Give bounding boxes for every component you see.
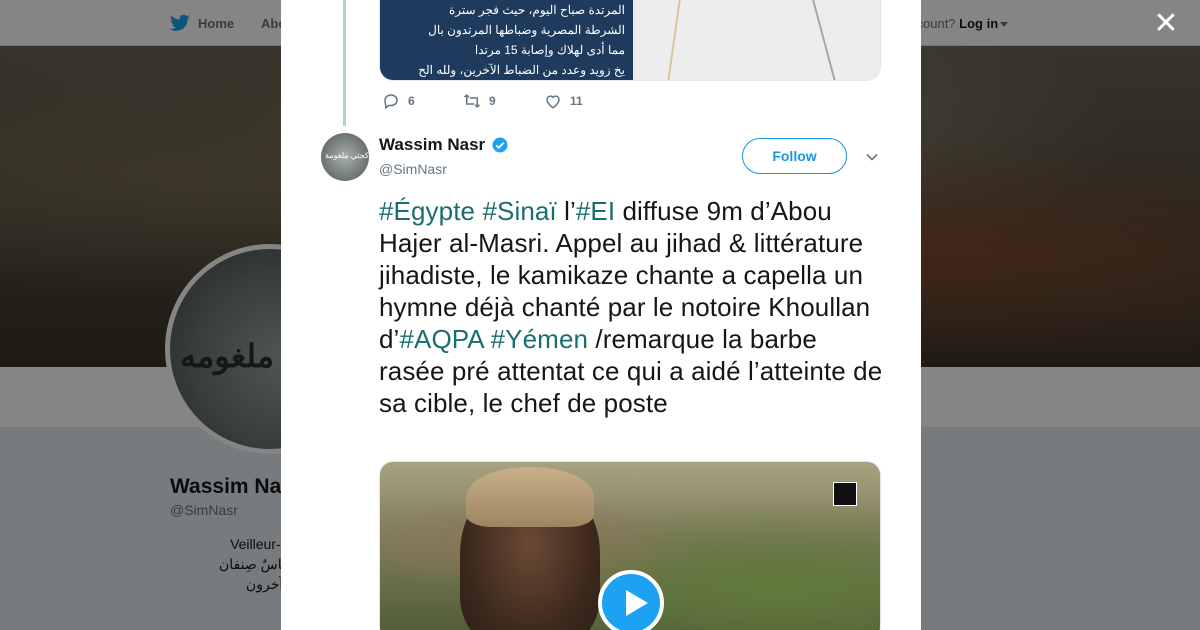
heart-icon [546,95,560,109]
media-text-line: المرتدة صباح اليوم، حيث فجر سترة [449,3,625,17]
thread-connector [343,0,346,126]
author-avatar[interactable]: تاكجتي ملغومة [321,133,369,181]
video-thumbnail-figure [466,467,594,527]
play-icon[interactable] [598,570,664,630]
flag-logo [833,482,857,506]
author-name-text: Wassim Nasr [379,135,486,154]
hashtag-link[interactable]: #Égypte [379,196,475,226]
tweet-text-segment: l’ [556,196,576,226]
media-map-image [633,0,880,80]
author-avatar-text: تاكجتي ملغومة [325,151,369,160]
map-road [812,0,836,80]
retweet-icon [463,93,481,109]
tweet-text: #Égypte #Sinaï l’#EI diffuse 9m d’Abou H… [379,195,884,419]
follow-button[interactable]: Follow [742,138,847,174]
reply-button[interactable]: 6 [382,92,463,110]
previous-tweet-media[interactable]: المرتدة صباح اليوم، حيث فجر سترة الشرطة … [379,0,881,81]
verified-badge-icon [492,137,508,153]
hashtag-link[interactable]: #AQPA [399,324,483,354]
reply-icon [384,94,398,110]
map-road [667,0,681,80]
chevron-down-icon[interactable] [865,150,879,164]
media-text-line: الشرطة المصرية وضباطها المرتدون بال [428,23,625,37]
hashtag-link[interactable]: #Yémen [491,324,588,354]
author-name[interactable]: Wassim Nasr [379,135,509,155]
reply-count: 6 [408,94,415,108]
previous-tweet-actions: 6 9 11 [382,92,625,110]
retweet-button[interactable]: 9 [463,92,544,110]
media-text-line: مما أدى لهلاك وإصابة 15 مرتدا [474,43,625,57]
author-handle[interactable]: @SimNasr [379,161,447,177]
like-count: 11 [570,94,583,108]
media-text-line: يخ زويد وعدد من الضباط الآخرين، ولله الح [418,63,625,77]
hashtag-link[interactable]: #EI [576,196,615,226]
video-player[interactable] [379,461,881,630]
retweet-count: 9 [489,94,496,108]
media-image-text: المرتدة صباح اليوم، حيث فجر سترة الشرطة … [380,0,633,80]
close-icon[interactable]: ✕ [1152,9,1180,39]
like-button[interactable]: 11 [544,92,625,110]
tweet-modal: المرتدة صباح اليوم، حيث فجر سترة الشرطة … [281,0,921,630]
hashtag-link[interactable]: #Sinaï [482,196,556,226]
